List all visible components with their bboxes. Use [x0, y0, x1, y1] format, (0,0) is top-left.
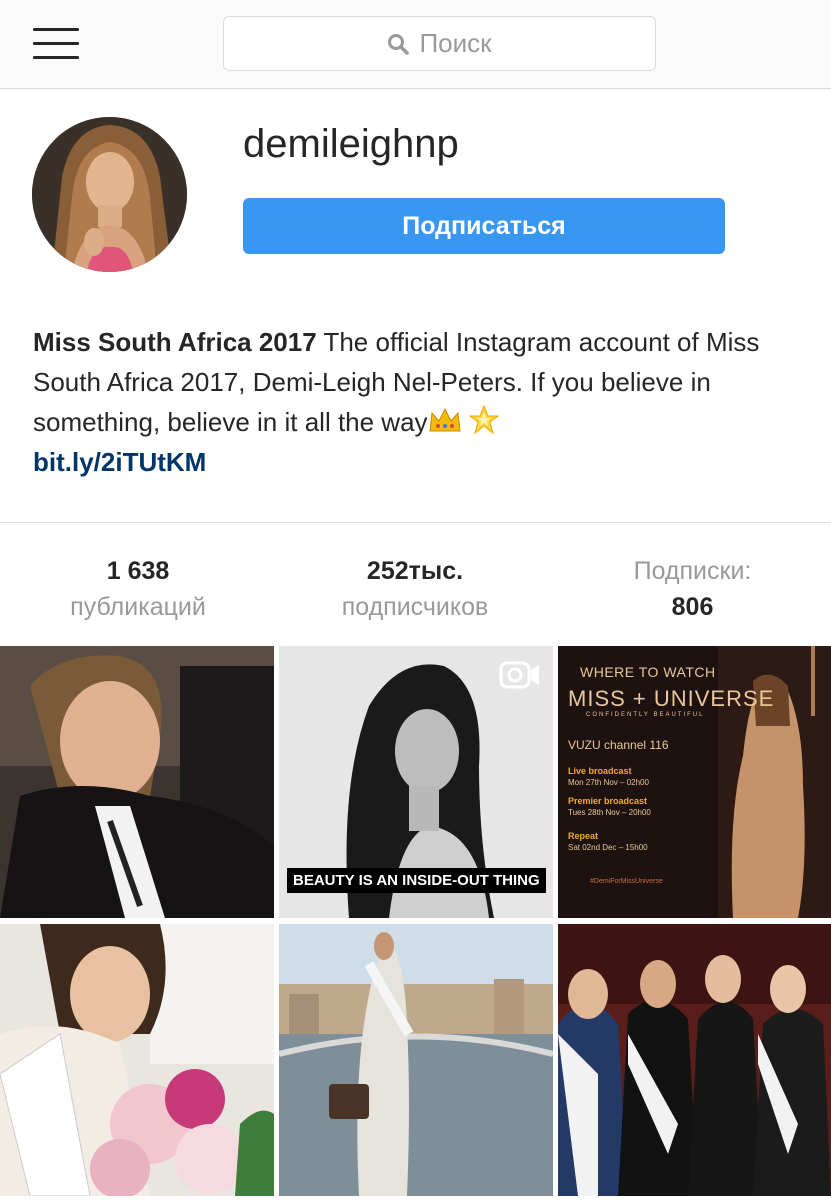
bio: Miss South Africa 2017 The official Inst…	[33, 322, 803, 482]
poster-brand-sub: CONFIDENTLY BEAUTIFUL	[586, 712, 705, 718]
poster-channel: VUZU channel 116	[568, 738, 669, 752]
followers-count: 252тыс.	[366, 557, 464, 585]
grid-post[interactable]	[0, 924, 274, 1196]
search-icon	[388, 33, 410, 55]
star-emoji-icon	[468, 405, 499, 435]
poster-premier-heading: Premier broadcast	[568, 796, 648, 806]
stat-followers[interactable]: 252тыс. подписчиков	[277, 553, 553, 625]
poster-premier-time: Tues 28th Nov – 20h00	[568, 808, 651, 817]
avatar[interactable]	[32, 117, 187, 272]
poster-repeat-heading: Repeat	[568, 831, 599, 841]
following-label: Подписки:	[633, 557, 752, 585]
stat-following[interactable]: Подписки: 806	[554, 553, 831, 625]
top-bar: Поиск	[0, 0, 831, 89]
bio-link[interactable]: bit.ly/2iTUtKM	[33, 442, 803, 482]
followers-label: подписчиков	[341, 593, 489, 621]
posts-label: публикаций	[70, 593, 206, 621]
search-input[interactable]: Поиск	[223, 16, 656, 71]
profile-header: demileighnp Подписаться Miss South Afric…	[0, 90, 831, 523]
grid-post[interactable]	[558, 924, 831, 1196]
bio-name: Miss South Africa 2017	[33, 327, 317, 357]
stats-bar: 1 638 публикаций 252тыс. подписчиков Под…	[0, 523, 831, 646]
grid-post[interactable]	[0, 646, 274, 918]
stat-posts: 1 638 публикаций	[0, 553, 276, 625]
poster-where: WHERE TO WATCH	[580, 664, 716, 680]
posts-count: 1 638	[106, 557, 170, 585]
crown-emoji-icon	[428, 407, 461, 432]
username: demileighnp	[243, 122, 459, 166]
poster-hashtag: #DemiForMissUniverse	[590, 878, 663, 885]
grid-post[interactable]	[279, 924, 553, 1196]
photo-grid: BEAUTY IS AN INSIDE-OUT THING WHERE TO W…	[0, 646, 831, 1200]
hamburger-menu-icon[interactable]	[33, 28, 79, 60]
follow-button[interactable]: Подписаться	[243, 198, 725, 254]
video-icon	[499, 661, 539, 689]
grid-post[interactable]: WHERE TO WATCH MISS + UNIVERSE CONFIDENT…	[558, 646, 831, 918]
post-caption: BEAUTY IS AN INSIDE-OUT THING	[287, 868, 546, 893]
search-placeholder: Поиск	[419, 28, 492, 58]
poster-repeat-time: Sat 02nd Dec – 15h00	[568, 843, 648, 852]
grid-post[interactable]: BEAUTY IS AN INSIDE-OUT THING	[279, 646, 553, 918]
following-count: 806	[671, 593, 714, 621]
poster-live-heading: Live broadcast	[568, 766, 632, 776]
poster-brand: MISS + UNIVERSE	[568, 686, 775, 711]
poster-live-time: Mon 27th Nov – 02h00	[568, 778, 649, 787]
